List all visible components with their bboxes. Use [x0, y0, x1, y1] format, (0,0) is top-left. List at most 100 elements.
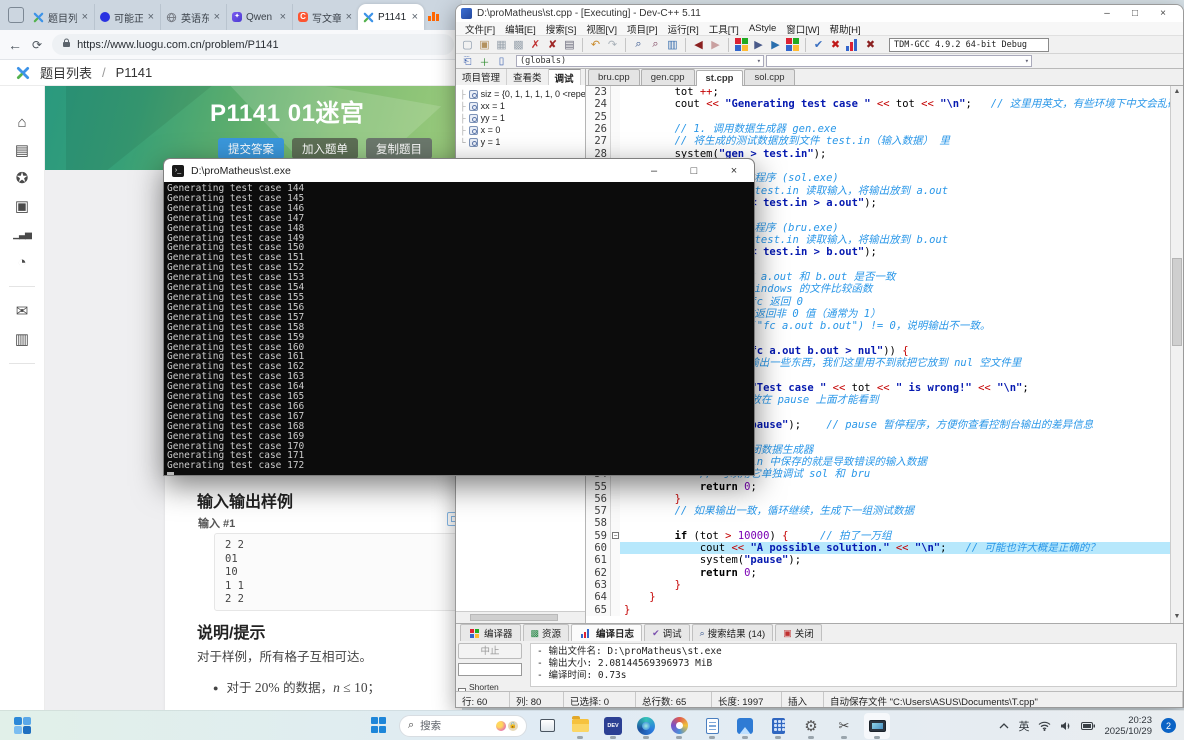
feed-icon[interactable]: ▥ [15, 325, 29, 353]
profile-icon[interactable] [846, 38, 860, 51]
refresh-icon[interactable]: ⟳ [32, 38, 42, 52]
menu-item-7[interactable]: 工具[T] [704, 22, 744, 36]
editor-vertical-scrollbar[interactable]: ▲ ▼ [1170, 86, 1183, 623]
taskbar-app-settings[interactable]: ⚙ [798, 713, 824, 739]
watch-row-2[interactable]: ├xx = 1 [460, 100, 585, 112]
new-file-icon[interactable]: ▢ [460, 37, 475, 52]
fold-collapse-icon[interactable]: − [612, 532, 619, 539]
replace-icon[interactable]: ⌕ [648, 37, 663, 52]
widgets-icon[interactable] [14, 717, 32, 735]
ime-indicator[interactable]: 英 [1018, 718, 1029, 734]
taskbar-search[interactable]: ⌕ 搜索 🔒 [399, 715, 527, 737]
scroll-up-icon[interactable]: ▲ [1171, 86, 1183, 98]
stop-debug-icon[interactable]: ▯ [494, 54, 509, 69]
panel-tab-项目管理[interactable]: 项目管理 [456, 69, 507, 85]
taskbar-app-paint[interactable] [666, 713, 692, 739]
undo-icon[interactable]: ↶ [588, 37, 603, 52]
back-icon[interactable]: ← [8, 37, 22, 53]
goto-line-icon[interactable]: ▥ [665, 37, 680, 52]
editor-tab-bru.cpp[interactable]: bru.cpp [588, 69, 640, 85]
tab-close-icon[interactable]: × [213, 11, 221, 23]
browser-tab-1[interactable]: 题目列表× [28, 4, 94, 30]
console-titlebar[interactable]: ›_ D:\proMatheus\st.exe – □ × [164, 159, 754, 182]
dock-tab-close-panel[interactable]: ▣关闭 [775, 624, 822, 641]
menu-item-3[interactable]: 搜索[S] [541, 22, 582, 36]
tab-close-icon[interactable]: × [81, 11, 89, 23]
open-file-icon[interactable]: ▣ [477, 37, 492, 52]
wifi-icon[interactable] [1038, 721, 1051, 731]
profile-delete-icon[interactable]: ✖ [863, 37, 878, 52]
browser-tab-2[interactable]: 可能正× [94, 4, 160, 30]
watch-row-1[interactable]: ├siz = {0, 1, 1, 1, 1, 0 <repeats 10 [460, 88, 585, 100]
dock-tab-search-results[interactable]: ⌕搜索结果 (14) [692, 624, 774, 641]
debug-window-icon[interactable]: ⎗ [460, 54, 475, 69]
menu-item-6[interactable]: 运行[R] [663, 22, 704, 36]
home-icon[interactable]: ⌂ [17, 108, 26, 136]
menu-item-10[interactable]: 帮助[H] [825, 22, 866, 36]
devcpp-titlebar[interactable]: D:\proMatheus\st.cpp - [Executing] - Dev… [456, 5, 1183, 22]
problem-button-3[interactable]: 复制题目 [366, 138, 432, 159]
compile-run-icon[interactable]: ▶ [768, 37, 783, 52]
debug-check-icon[interactable]: ✔ [811, 37, 826, 52]
maximize-icon[interactable]: □ [1121, 8, 1149, 19]
watch-row-5[interactable]: └y = 1 [460, 136, 585, 148]
rebuild-icon[interactable] [786, 38, 799, 51]
tab-close-icon[interactable]: × [279, 11, 287, 23]
compiler-select[interactable]: TDM-GCC 4.9.2 64-bit Debug [889, 38, 1049, 52]
browser-tab-4[interactable]: ✦Qwen× [226, 4, 292, 30]
abort-button[interactable]: 中止 [458, 643, 522, 659]
forward-icon[interactable]: ▶ [708, 37, 723, 52]
scrollbar-thumb[interactable] [1172, 258, 1182, 346]
panel-tab-查看类[interactable]: 查看类 [507, 69, 549, 85]
taskbar-app-snip[interactable]: ✂ [831, 713, 857, 739]
menu-item-9[interactable]: 窗口[W] [781, 22, 824, 36]
globals-combo[interactable]: (globals) ▾ [516, 55, 764, 67]
taskbar-app-folder[interactable] [567, 713, 593, 739]
taskbar-app-notepad[interactable] [699, 713, 725, 739]
close-file-icon[interactable]: ✗ [528, 37, 543, 52]
back-icon[interactable]: ◀ [691, 37, 706, 52]
tab-search-icon[interactable] [8, 7, 24, 23]
tray-expand-icon[interactable] [999, 723, 1009, 729]
close-icon[interactable]: × [714, 159, 754, 182]
menu-item-1[interactable]: 文件[F] [460, 22, 500, 36]
menu-item-2[interactable]: 编辑[E] [500, 22, 541, 36]
records-icon[interactable]: ▁▃▅ [13, 220, 31, 248]
watch-row-3[interactable]: ├yy = 1 [460, 112, 585, 124]
battery-icon[interactable] [1081, 722, 1095, 730]
minimize-icon[interactable]: – [1093, 8, 1121, 19]
dock-tab-resources[interactable]: ▩资源 [523, 624, 570, 641]
menu-item-8[interactable]: AStyle [744, 23, 781, 34]
save-all-icon[interactable]: ▩ [511, 37, 526, 52]
editor-tab-st.cpp[interactable]: st.cpp [696, 70, 744, 86]
save-icon[interactable]: ▦ [494, 37, 509, 52]
contest-icon[interactable]: ▣ [15, 192, 29, 220]
taskbar-app-display[interactable] [864, 713, 890, 739]
problem-button-1[interactable]: 提交答案 [218, 138, 284, 159]
notification-badge[interactable]: 2 [1161, 718, 1176, 733]
editor-tab-sol.cpp[interactable]: sol.cpp [744, 69, 794, 85]
print-icon[interactable]: ▤ [562, 37, 577, 52]
add-watch-icon[interactable]: ＋ [477, 54, 492, 69]
scroll-down-icon[interactable]: ▼ [1171, 611, 1183, 623]
panel-tab-调试[interactable]: 调试 [549, 69, 581, 85]
browser-tab-6[interactable]: P1141 01× [358, 4, 424, 30]
tab-close-icon[interactable]: × [147, 11, 155, 23]
taskbar-app-dev[interactable]: DEV [600, 713, 626, 739]
run-icon[interactable]: ▶ [751, 37, 766, 52]
maximize-icon[interactable]: □ [674, 159, 714, 182]
stats-icon[interactable]: ◔ [17, 248, 26, 276]
dock-tab-compiler[interactable]: 编译器 [460, 624, 521, 641]
dock-tab-compile-log[interactable]: 编译日志 [571, 624, 642, 641]
address-bar[interactable]: https://www.luogu.com.cn/problem/P1141 [52, 34, 454, 55]
problem-button-2[interactable]: 加入题单 [292, 138, 358, 159]
editor-tab-gen.cpp[interactable]: gen.cpp [641, 69, 695, 85]
minimize-icon[interactable]: – [634, 159, 674, 182]
dock-tab-debug[interactable]: ✔调试 [644, 624, 690, 641]
panel-horizontal-scrollbar[interactable] [456, 611, 585, 623]
watch-row-4[interactable]: ├x = 0 [460, 124, 585, 136]
breadcrumb-root[interactable]: 题目列表 [40, 63, 92, 82]
clock[interactable]: 20:23 2025/10/29 [1104, 715, 1152, 737]
find-icon[interactable]: ⌕ [631, 37, 646, 52]
menu-item-4[interactable]: 视图[V] [581, 22, 622, 36]
